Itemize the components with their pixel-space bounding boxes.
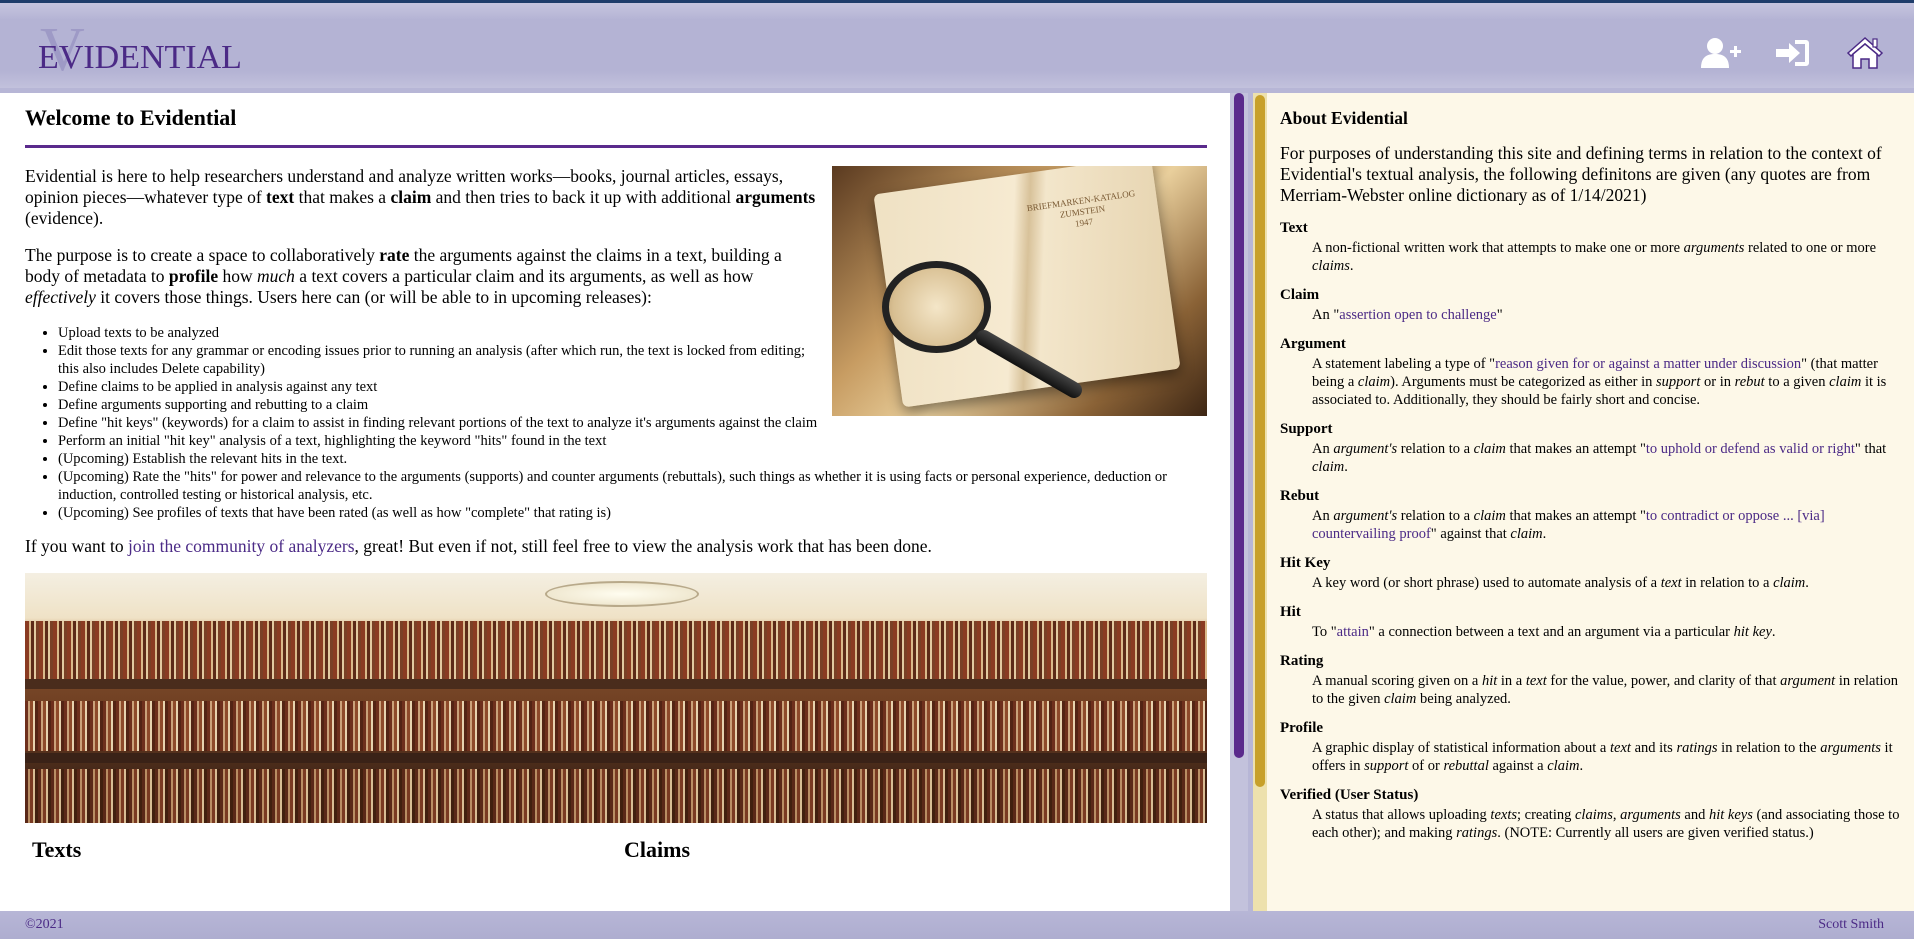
book-title-text: BRIEFMARKEN-KATALOG ZUMSTEIN 1947 <box>1026 188 1136 229</box>
argument-dictionary-link[interactable]: reason given for or against a matter und… <box>1495 356 1801 372</box>
section-headings: Texts Claims <box>25 837 1207 863</box>
term-hit-key: Hit Key <box>1280 555 1331 571</box>
sidebar-scrollbar[interactable] <box>1253 93 1267 911</box>
list-item: (Upcoming) Establish the relevant hits i… <box>58 450 1207 468</box>
shelf-row-middle <box>25 701 1207 751</box>
definition-hit: To "attain" a connection between a text … <box>1312 624 1776 640</box>
railing-upper <box>25 679 1207 689</box>
term-text: Text <box>1280 220 1308 236</box>
list-item: Perform an initial "hit key" analysis of… <box>58 432 1207 450</box>
page-title: Welcome to Evidential <box>25 105 1207 148</box>
main-scrollbar[interactable] <box>1230 93 1248 911</box>
term-verified: Verified (User Status) <box>1280 787 1419 803</box>
texts-heading: Texts <box>32 837 82 862</box>
list-item: (Upcoming) Rate the "hits" for power and… <box>58 468 1207 504</box>
support-dictionary-link[interactable]: to uphold or defend as valid or right <box>1646 441 1855 457</box>
main-content: Welcome to Evidential BRIEFMARKEN-KATALO… <box>0 93 1230 911</box>
sidebar-scrollbar-thumb[interactable] <box>1255 95 1265 787</box>
about-sidebar: About Evidential For purposes of underst… <box>1253 93 1914 911</box>
term-argument: Argument <box>1280 336 1346 352</box>
sidebar-content: About Evidential For purposes of underst… <box>1280 108 1902 854</box>
site-footer: ©2021 Scott Smith <box>0 911 1914 939</box>
sidebar-title: About Evidential <box>1280 108 1408 128</box>
definition-hit-key: A key word (or short phrase) used to aut… <box>1312 575 1809 591</box>
copyright: ©2021 <box>25 917 64 932</box>
term-hit: Hit <box>1280 604 1301 620</box>
ceiling-lamp <box>545 581 699 607</box>
definitions-list: Text A non-fictional written work that a… <box>1280 220 1902 842</box>
add-user-icon[interactable] <box>1700 33 1742 73</box>
join-paragraph: If you want to join the community of ana… <box>25 536 932 556</box>
term-rating: Rating <box>1280 653 1324 669</box>
main-scrollbar-thumb[interactable] <box>1234 93 1244 758</box>
site-header: V EVIDENTIAL <box>0 3 1914 88</box>
join-community-link[interactable]: join the community of analyzers <box>128 536 354 556</box>
definition-rebut: An argument's relation to a claim that m… <box>1312 508 1825 542</box>
definition-support: An argument's relation to a claim that m… <box>1312 441 1887 475</box>
library-panorama-image <box>25 573 1207 823</box>
definition-profile: A graphic display of statistical informa… <box>1312 740 1893 774</box>
list-item: Define "hit keys" (keywords) for a claim… <box>58 414 1207 432</box>
home-icon[interactable] <box>1844 33 1886 73</box>
term-claim: Claim <box>1280 287 1320 303</box>
logo-text: EVIDENTIAL <box>38 39 242 76</box>
sign-in-icon[interactable] <box>1772 33 1814 73</box>
term-profile: Profile <box>1280 720 1324 736</box>
magnifying-glass-book-image: BRIEFMARKEN-KATALOG ZUMSTEIN 1947 <box>832 166 1207 416</box>
list-item: (Upcoming) See profiles of texts that ha… <box>58 504 1207 522</box>
definition-claim: An "assertion open to challenge" <box>1312 307 1503 323</box>
railing-lower <box>25 753 1207 763</box>
intro-section: BRIEFMARKEN-KATALOG ZUMSTEIN 1947 Eviden… <box>25 166 1207 557</box>
definition-verified: A status that allows uploading texts; cr… <box>1312 807 1900 841</box>
definition-text: A non-fictional written work that attemp… <box>1312 240 1877 274</box>
claim-dictionary-link[interactable]: assertion open to challenge <box>1339 307 1496 323</box>
shelf-row-lower <box>25 769 1207 823</box>
definition-rating: A manual scoring given on a hit in a tex… <box>1312 673 1899 707</box>
term-support: Support <box>1280 421 1333 437</box>
claims-heading: Claims <box>624 837 690 862</box>
sidebar-intro: For purposes of understanding this site … <box>1280 143 1882 205</box>
shelf-row-upper <box>25 621 1207 679</box>
author-name: Scott Smith <box>1818 917 1884 932</box>
term-rebut: Rebut <box>1280 488 1320 504</box>
hit-dictionary-link[interactable]: attain <box>1337 624 1369 640</box>
header-actions <box>1700 33 1886 73</box>
definition-argument: A statement labeling a type of "reason g… <box>1312 356 1887 408</box>
